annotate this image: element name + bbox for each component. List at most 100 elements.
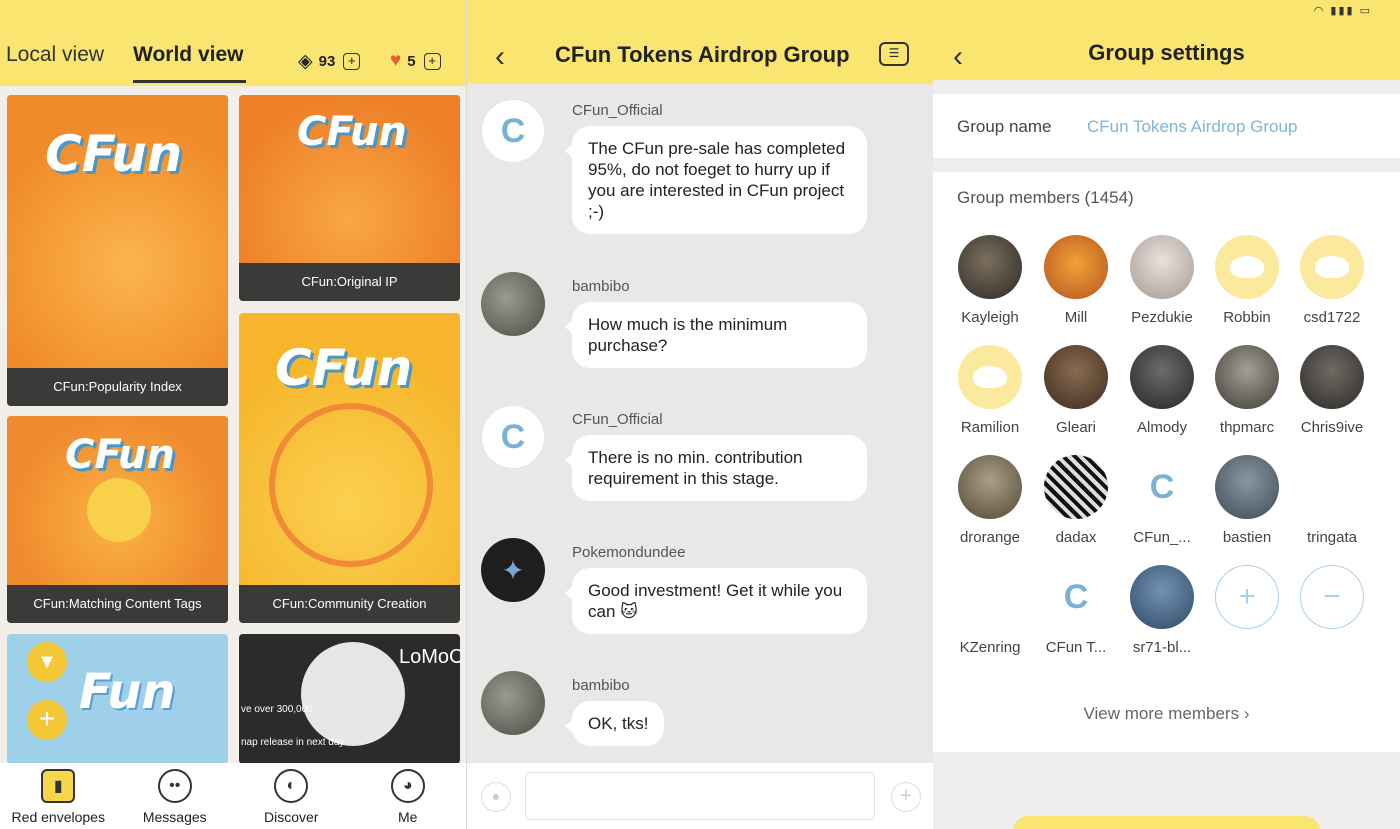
sender-name: bambibo: [572, 278, 630, 295]
member-item[interactable]: dadax: [1033, 455, 1119, 546]
card-caption: CFun:Matching Content Tags: [7, 585, 228, 623]
bottom-navigation: ▮ Red envelopes •• Messages ◐ Discover ◕…: [0, 763, 466, 829]
card-lomoc-promo[interactable]: LoMoC ve over 300,000 nap release in nex…: [239, 634, 460, 764]
monster-icon: ✦: [501, 554, 525, 586]
member-name: Gleari: [1055, 419, 1096, 436]
member-name: Mill: [1064, 309, 1088, 326]
member-item[interactable]: KZenring: [947, 565, 1033, 656]
cfun-logo-icon: C: [500, 417, 526, 456]
member-item[interactable]: thpmarc: [1204, 345, 1290, 436]
add-icon[interactable]: +: [27, 700, 67, 740]
add-gems-button[interactable]: +: [343, 53, 361, 70]
filter-icon[interactable]: ▼: [27, 642, 67, 682]
message-bubble: OK, tks!: [564, 701, 665, 746]
group-name-row[interactable]: Group name CFun Tokens Airdrop Group: [933, 94, 1400, 158]
tab-world-view[interactable]: World view: [133, 43, 243, 67]
bottom-action-button[interactable]: [1013, 816, 1320, 829]
member-name: Pezdukie: [1131, 309, 1193, 326]
gems-counter: ◈ 93 +: [298, 50, 361, 73]
avatar: [958, 565, 1022, 629]
status-bar-icons: ◠ ▮▮▮ ▭: [1313, 5, 1372, 17]
card-caption: CFun:Community Creation: [239, 585, 460, 623]
member-item[interactable]: Gleari: [1033, 345, 1119, 436]
tab-local-view[interactable]: Local view: [6, 43, 104, 67]
messages-icon: ••: [157, 769, 192, 803]
avatar[interactable]: [481, 671, 545, 735]
world-view-panel: Local view World view ◈ 93 + ♥ 5 + CFun …: [0, 0, 466, 829]
default-avatar-icon: [1215, 235, 1279, 299]
group-settings-button[interactable]: ☰: [879, 42, 909, 66]
card-logo: Fun: [79, 664, 176, 720]
nav-discover[interactable]: ◐ Discover: [233, 763, 350, 829]
sender-name: CFun_Official: [572, 411, 663, 428]
member-item[interactable]: Mill: [1033, 235, 1119, 326]
card-original-ip[interactable]: CFun CFun:Original IP: [239, 95, 460, 301]
view-more-members-link[interactable]: View more members ›: [933, 704, 1400, 724]
avatar: [958, 455, 1022, 519]
member-item[interactable]: Ramilion: [947, 345, 1033, 436]
member-item[interactable]: csd1722: [1289, 235, 1375, 326]
avatar: [1215, 455, 1279, 519]
member-name: sr71-bl...: [1132, 639, 1192, 656]
group-settings-panel: ◠ ▮▮▮ ▭ ‹ Group settings Group name CFun…: [933, 0, 1400, 829]
card-community-creation[interactable]: CFun CFun:Community Creation: [239, 313, 460, 623]
default-avatar-icon: [1300, 235, 1364, 299]
hearts-count: 5: [407, 52, 416, 70]
microphone-icon[interactable]: ●: [481, 782, 511, 812]
member-name: tringata: [1306, 529, 1358, 546]
nav-me[interactable]: ◕ Me: [350, 763, 467, 829]
remove-member-button[interactable]: −: [1289, 565, 1375, 629]
message-input[interactable]: [525, 772, 875, 820]
add-member-button[interactable]: +: [1204, 565, 1290, 629]
member-name: Chris9ive: [1300, 419, 1364, 436]
nav-messages[interactable]: •• Messages: [117, 763, 234, 829]
card-caption: CFun:Original IP: [239, 263, 460, 301]
active-tab-indicator: [133, 80, 246, 83]
me-icon: ◕: [390, 769, 425, 803]
default-avatar-icon: [958, 345, 1022, 409]
nav-red-envelopes[interactable]: ▮ Red envelopes: [0, 763, 117, 829]
member-item[interactable]: Robbin: [1204, 235, 1290, 326]
sender-name: bambibo: [572, 677, 630, 694]
hearts-counter: ♥ 5 +: [390, 50, 441, 72]
plus-icon: +: [1215, 565, 1279, 629]
avatar[interactable]: C: [481, 99, 545, 163]
message-bubble: The CFun pre-sale has completed 95%, do …: [565, 126, 867, 234]
avatar[interactable]: ✦: [481, 538, 545, 602]
member-item[interactable]: sr71-bl...: [1119, 565, 1205, 656]
avatar[interactable]: C: [481, 405, 545, 469]
card-popularity-index[interactable]: CFun CFun:Popularity Index: [7, 95, 228, 406]
attach-plus-button[interactable]: +: [891, 782, 921, 812]
red-envelope-icon: ▮: [41, 769, 76, 803]
member-item[interactable]: Chris9ive: [1289, 345, 1375, 436]
card-logo: LoMoC: [399, 646, 460, 668]
card-text-line1: ve over 300,000: [241, 704, 313, 715]
message-bubble: How much is the minimum purchase?: [565, 302, 867, 368]
back-button[interactable]: ‹: [495, 40, 505, 74]
add-hearts-button[interactable]: +: [423, 52, 441, 70]
member-item[interactable]: tringata: [1289, 455, 1375, 546]
member-item[interactable]: drorange: [947, 455, 1033, 546]
minus-icon: −: [1300, 565, 1364, 629]
card-matching-content-tags[interactable]: CFun CFun:Matching Content Tags: [7, 416, 228, 623]
cfun-logo-icon: C: [500, 111, 526, 150]
avatar[interactable]: [481, 272, 545, 336]
member-name: bastien: [1222, 529, 1272, 546]
avatar: [1044, 235, 1108, 299]
rocket-illustration: [301, 642, 405, 746]
avatar: [1130, 235, 1194, 299]
card-caption: CFun:Popularity Index: [7, 368, 228, 406]
nav-label: Messages: [142, 809, 207, 825]
member-item[interactable]: bastien: [1204, 455, 1290, 546]
member-item[interactable]: Pezdukie: [1119, 235, 1205, 326]
member-name: drorange: [959, 529, 1021, 546]
card-fun-promo[interactable]: Fun ▼ +: [7, 634, 228, 764]
avatar: [1044, 455, 1108, 519]
message-bubble: There is no min. contribution requiremen…: [565, 435, 867, 501]
member-item[interactable]: Kayleigh: [947, 235, 1033, 326]
member-item[interactable]: Almody: [1119, 345, 1205, 436]
member-name: thpmarc: [1219, 419, 1275, 436]
group-members-title: Group members (1454): [957, 188, 1134, 207]
member-item[interactable]: C CFun_...: [1119, 455, 1205, 546]
member-item[interactable]: C CFun T...: [1033, 565, 1119, 656]
